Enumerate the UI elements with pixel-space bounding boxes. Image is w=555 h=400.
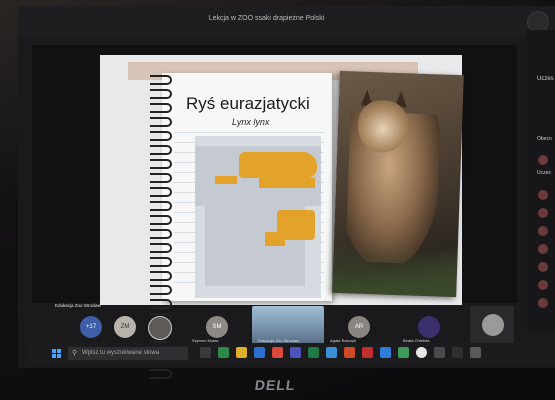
- chrome-icon[interactable]: [416, 347, 427, 358]
- slide-subtitle: Lynx lynx: [232, 117, 270, 127]
- app-icon[interactable]: [362, 347, 373, 358]
- more-participants[interactable]: +17: [80, 316, 102, 338]
- lynx-photo: [332, 70, 464, 298]
- app-icon[interactable]: [380, 347, 391, 358]
- participant-avatar[interactable]: [418, 316, 440, 338]
- panel-avatar[interactable]: [538, 262, 548, 272]
- range-map: [195, 136, 321, 298]
- app-icon[interactable]: [218, 347, 229, 358]
- panel-avatar[interactable]: [538, 280, 548, 290]
- participant-initials: AR: [354, 324, 364, 330]
- search-placeholder: Wpisz tu wyszukiwane słowa: [82, 350, 160, 356]
- panel-avatar[interactable]: [538, 190, 548, 200]
- app-icon[interactable]: [452, 347, 463, 358]
- window-title: Lekcja w ZOO ssaki drapieżne Polski: [208, 15, 325, 22]
- panel-avatar[interactable]: [538, 208, 548, 218]
- panel-avatar[interactable]: [538, 155, 548, 165]
- taskbar: ⚲ Wpisz tu wyszukiwane słowa: [28, 343, 555, 365]
- participant-avatar[interactable]: AR: [348, 316, 370, 338]
- app-icon[interactable]: [398, 347, 409, 358]
- participants-panel: Uczes Obecn Uczes: [527, 30, 555, 330]
- participant-avatar[interactable]: [148, 316, 172, 340]
- panel-avatar[interactable]: [538, 244, 548, 254]
- app-icon[interactable]: [308, 347, 319, 358]
- teams-icon[interactable]: [290, 347, 301, 358]
- presenter-label: Edukacja Zoo Wrocław: [55, 303, 101, 308]
- app-icon[interactable]: [344, 347, 355, 358]
- panel-heading: Uczes: [537, 76, 554, 82]
- panel-section: Uczes: [537, 170, 551, 176]
- windows-start-icon[interactable]: [52, 349, 61, 358]
- participant-avatar[interactable]: SM: [206, 316, 228, 338]
- taskbar-search[interactable]: ⚲ Wpisz tu wyszukiwane słowa: [68, 347, 188, 360]
- dell-logo: DELL: [253, 377, 297, 393]
- participant-avatar[interactable]: ZM: [114, 316, 136, 338]
- grass: [332, 242, 458, 298]
- app-icon[interactable]: [470, 347, 481, 358]
- search-icon: ⚲: [72, 350, 78, 357]
- panel-section: Obecn: [537, 136, 552, 142]
- slide-title: Ryś eurazjatycki: [186, 94, 310, 113]
- app-icon[interactable]: [434, 347, 445, 358]
- notebook-spiral: [150, 75, 174, 379]
- app-icon[interactable]: [272, 347, 283, 358]
- title-bar: Lekcja w ZOO ssaki drapieżne Polski: [18, 6, 555, 36]
- panel-avatar[interactable]: [538, 226, 548, 236]
- participant-initials: SM: [212, 324, 222, 330]
- participant-initials: +17: [85, 324, 97, 330]
- app-icon[interactable]: [254, 347, 265, 358]
- task-view-icon[interactable]: [200, 347, 211, 358]
- app-icon[interactable]: [326, 347, 337, 358]
- participant-initials: ZM: [120, 324, 130, 330]
- file-explorer-icon[interactable]: [236, 347, 247, 358]
- panel-avatar[interactable]: [538, 298, 548, 308]
- participant-avatar[interactable]: [482, 314, 504, 336]
